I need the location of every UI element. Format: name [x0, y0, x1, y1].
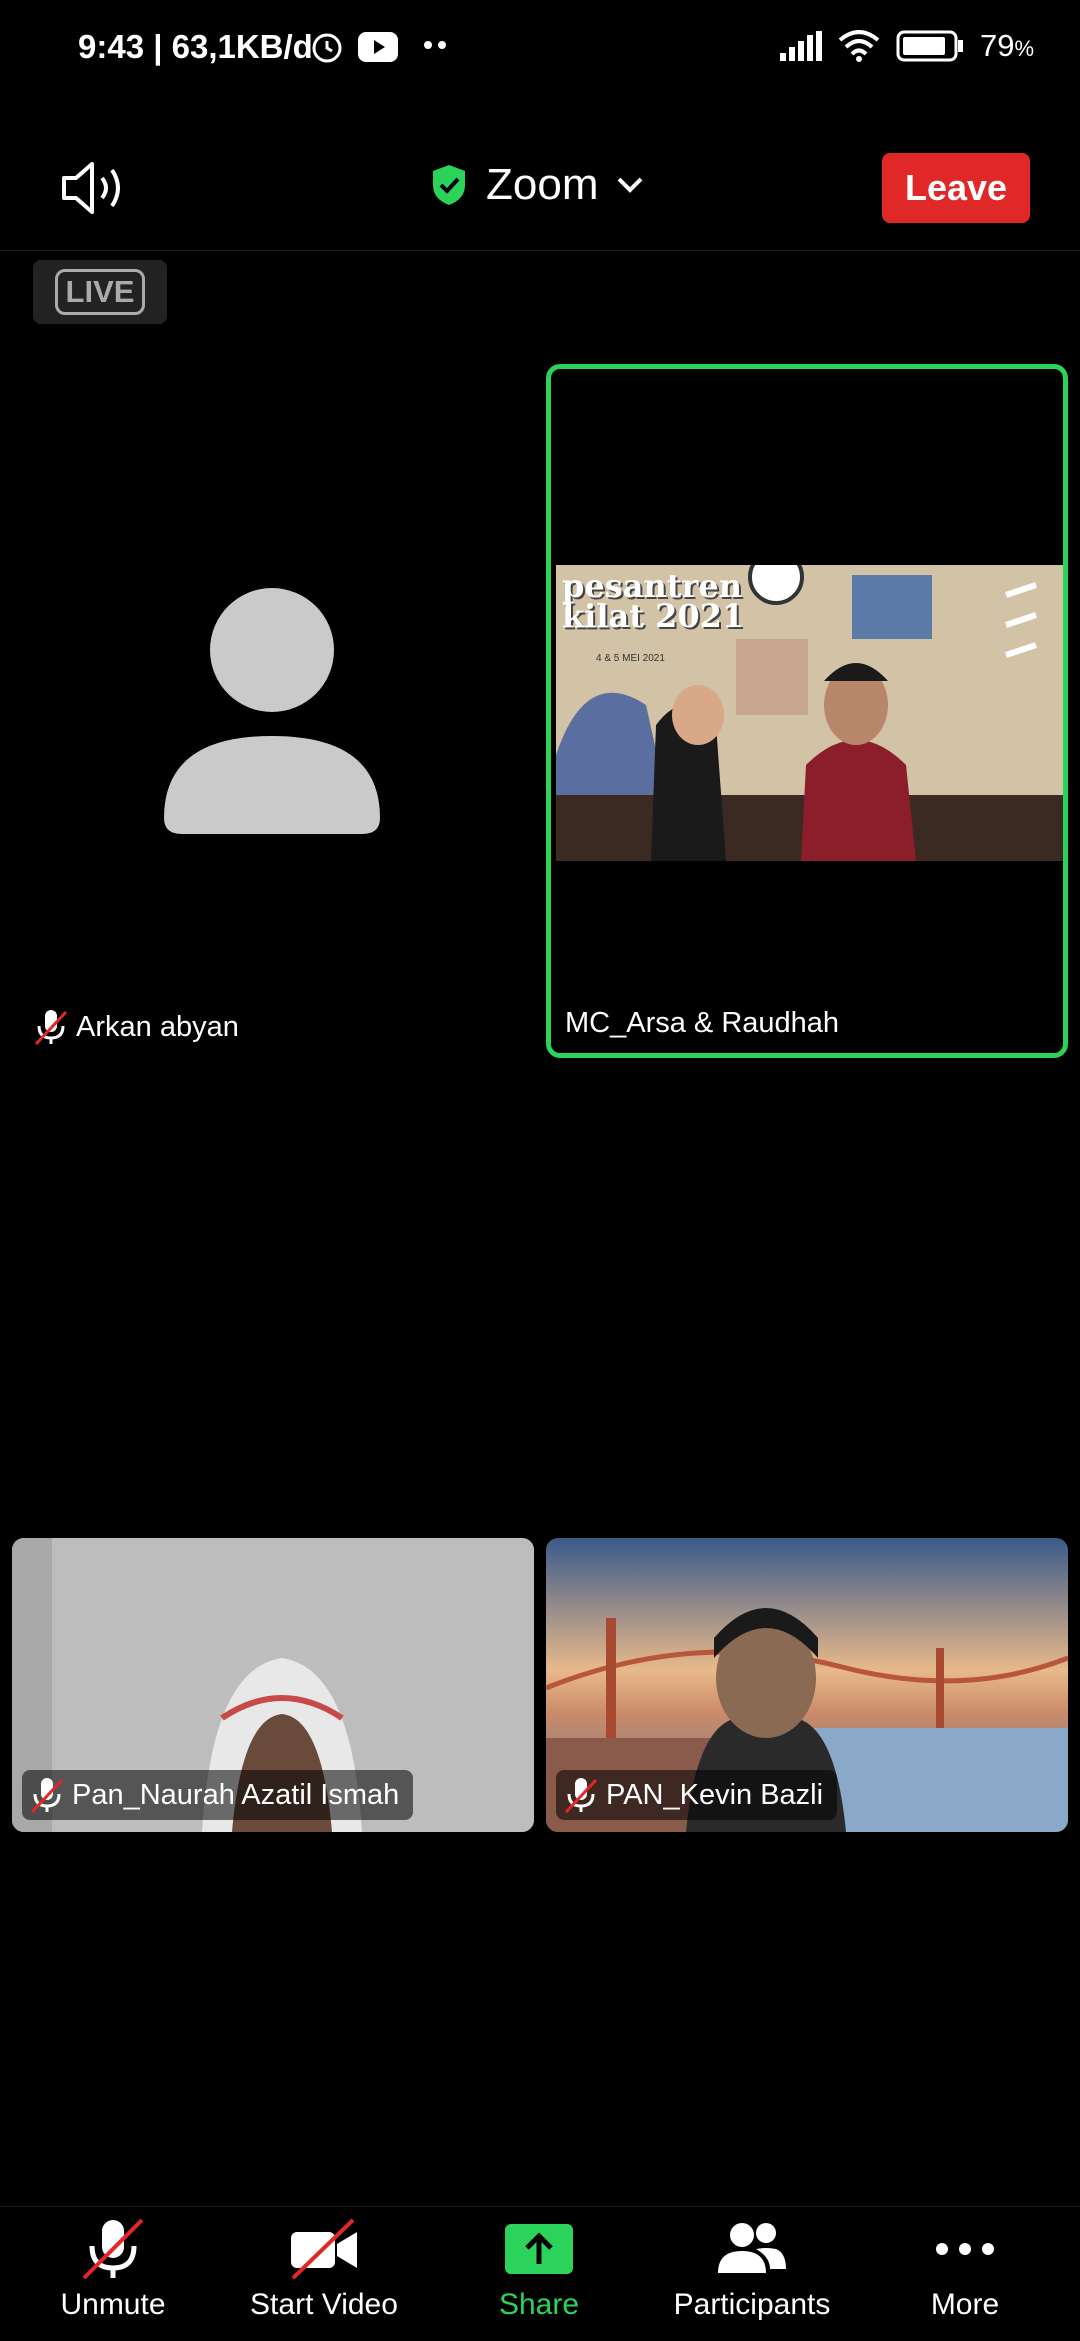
live-badge-label: LIVE: [54, 269, 146, 315]
mic-muted-icon: [82, 2218, 144, 2280]
battery-level: 79: [979, 28, 1015, 63]
participant-label: Arkan abyan: [26, 1002, 253, 1052]
share-icon: [505, 2224, 573, 2274]
participants-button[interactable]: Participants: [652, 2216, 852, 2322]
shared-heading: pesantren kilat 2021: [562, 567, 745, 635]
start-video-label: Start Video: [250, 2288, 398, 2321]
battery-unit: %: [1014, 36, 1034, 61]
share-label: Share: [498, 2288, 580, 2321]
share-button[interactable]: Share: [439, 2216, 639, 2322]
participant-tile-kevin[interactable]: PAN_Kevin Bazli: [546, 1538, 1068, 1832]
live-badge[interactable]: LIVE: [33, 260, 167, 324]
mic-muted-icon: [34, 1010, 68, 1046]
participant-name: PAN_Kevin Bazli: [606, 1778, 824, 1811]
speaker-icon[interactable]: [60, 160, 130, 221]
more-label: More: [930, 2288, 1000, 2321]
unmute-button[interactable]: Unmute: [13, 2216, 213, 2322]
participant-tile-naurah[interactable]: Pan_Naurah Azatil Ismah: [12, 1538, 534, 1832]
participant-name: Arkan abyan: [76, 1010, 239, 1043]
youtube-icon: [358, 32, 398, 67]
video-feed: pesantren kilat 2021 4 & 5 MEI 2021: [556, 565, 1063, 861]
participant-label: MC_Arsa & Raudhah: [557, 1001, 853, 1046]
alarm-icon: [310, 30, 344, 69]
participant-label: Pan_Naurah Azatil Ismah: [22, 1770, 414, 1820]
shared-date: 4 & 5 MEI 2021: [596, 653, 665, 664]
participants-label: Participants: [673, 2288, 831, 2321]
more-button[interactable]: More: [865, 2216, 1065, 2322]
unmute-label: Unmute: [60, 2288, 166, 2321]
participant-tile-arkan[interactable]: Arkan abyan: [12, 366, 532, 1056]
status-time: 9:43 | 63,1KB/d: [78, 28, 313, 65]
wifi-icon: [838, 30, 880, 62]
start-video-button[interactable]: Start Video: [224, 2216, 424, 2322]
participant-name: Pan_Naurah Azatil Ismah: [72, 1778, 400, 1811]
meeting-title: Zoom: [486, 160, 599, 209]
mic-muted-icon: [564, 1778, 598, 1814]
meeting-title-dropdown[interactable]: Zoom: [430, 160, 644, 210]
participant-tile-mc[interactable]: pesantren kilat 2021 4 & 5 MEI 2021 MC_A…: [546, 364, 1068, 1058]
mic-muted-icon: [30, 1778, 64, 1814]
video-off-icon: [291, 2218, 357, 2280]
participants-icon: [718, 2223, 786, 2273]
more-icon: [936, 2243, 994, 2255]
more-notifications-icon: [422, 38, 450, 56]
signal-icon: [779, 31, 822, 61]
shield-check-icon: [433, 165, 465, 205]
leave-button[interactable]: Leave: [882, 153, 1030, 223]
chevron-down-icon: [618, 177, 643, 193]
participant-name: MC_Arsa & Raudhah: [565, 1007, 840, 1039]
battery-icon: [896, 30, 963, 62]
status-right: 79%: [779, 28, 1034, 64]
participant-label: PAN_Kevin Bazli: [556, 1770, 838, 1820]
avatar-placeholder-icon: [164, 588, 380, 834]
